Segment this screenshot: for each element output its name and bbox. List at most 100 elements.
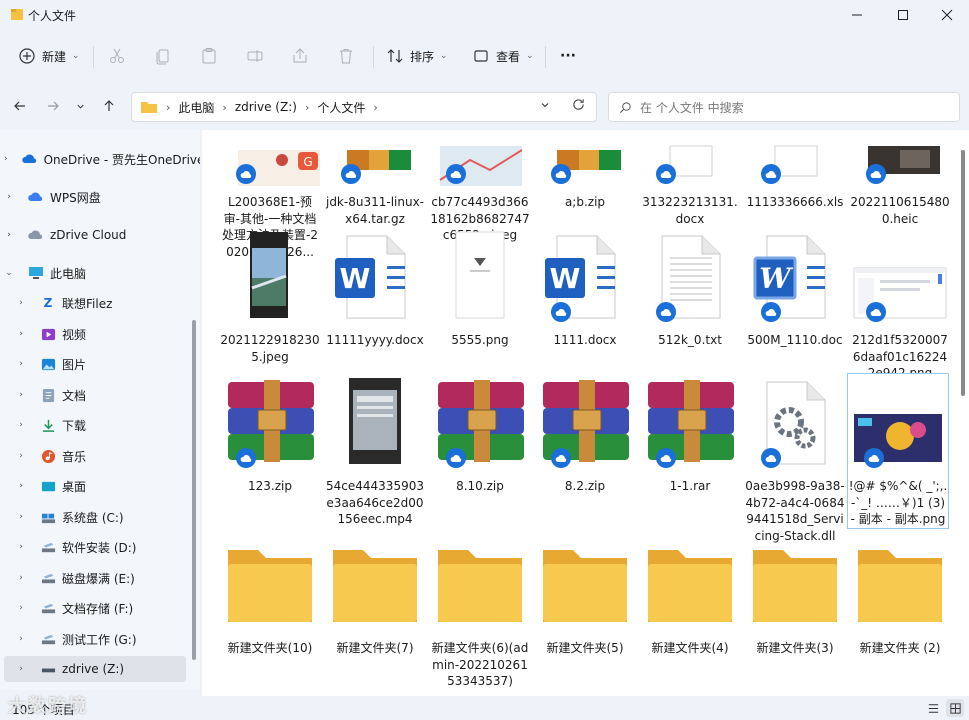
file-item[interactable]: a;b.zip [535,130,635,211]
search-box[interactable]: 在 个人文件 中搜索 [608,92,960,122]
collapse-chevron-icon[interactable]: ⌄ [4,268,14,278]
recent-locations-button[interactable] [70,94,90,118]
folder-item[interactable]: 新建文件夹(4) [640,536,740,657]
file-item[interactable]: W 1111.docx [535,228,635,349]
sidebar-item-onedrive[interactable]: › OneDrive - 贾先生OneDrive [4,146,200,172]
sidebar-item-zdrive-cloud[interactable]: › zDrive Cloud [4,222,192,248]
sidebar-item-filez[interactable]: › Z 联想Filez [16,290,200,316]
expand-chevron-icon[interactable]: › [16,451,26,461]
sidebar-item-drive-e[interactable]: › 磁盘爆满 (E:) [16,565,200,591]
rename-button[interactable] [246,42,264,70]
file-item[interactable]: 313223213131.docx [640,130,740,227]
file-item[interactable]: 54ce444335903e3aa646ce2d00156eec.mp4 [325,374,425,528]
folder-item[interactable]: 新建文件夹(7) [325,536,425,657]
file-item[interactable]: 5555.png [430,228,530,349]
breadcrumb-chevron-icon[interactable]: › [305,101,309,114]
file-item[interactable]: 512k_0.txt [640,228,740,349]
folder-item[interactable]: 新建文件夹(3) [745,536,845,657]
expand-chevron-icon[interactable]: › [16,542,26,552]
sidebar-item-this-pc[interactable]: ⌄ 此电脑 [4,260,192,286]
sidebar-item-drive-d[interactable]: › 软件安装 (D:) [16,534,200,560]
sidebar-item-documents[interactable]: › 文档 [16,382,200,408]
chevron-down-icon: ⌄ [72,51,80,61]
expand-chevron-icon[interactable]: › [4,154,8,164]
sidebar-item-drive-f[interactable]: › 文档存储 (F:) [16,595,200,621]
expand-chevron-icon[interactable]: › [16,329,26,339]
file-item[interactable]: 20211229182305.jpeg [220,228,320,365]
folder-item[interactable]: 新建文件夹(5) [535,536,635,657]
expand-chevron-icon[interactable]: › [16,420,26,430]
content-scrollbar[interactable] [961,150,965,396]
file-item[interactable]: 1113336666.xls [745,130,845,211]
more-options-button[interactable]: ··· [560,42,576,70]
expand-chevron-icon[interactable]: › [16,298,26,308]
file-item[interactable]: W 11111yyyy.docx [325,228,425,349]
folder-item[interactable]: 新建文件夹(6)(admin-20221026153343537) [430,536,530,690]
breadcrumb-this-pc[interactable]: 此电脑 [178,99,214,116]
copy-button[interactable] [154,42,172,70]
breadcrumb-chevron-icon[interactable]: › [222,101,226,114]
icons-view-button[interactable] [946,699,964,717]
address-history-dropdown[interactable] [540,99,550,113]
sidebar-item-drive-z[interactable]: › zdrive (Z:) [4,656,186,682]
breadcrumb-zdrive[interactable]: zdrive (Z:) [235,100,297,114]
refresh-button[interactable] [572,98,585,114]
folder-item[interactable]: 新建文件夹 (2) [850,536,950,657]
file-thumbnail [850,130,950,186]
expand-chevron-icon[interactable]: › [16,512,26,522]
file-item[interactable]: 212d1f53200076daaf01c162242e942.png [850,228,950,382]
address-bar[interactable]: › 此电脑 › zdrive (Z:) › 个人文件 › [131,92,597,122]
chevron-down-icon: ⌄ [440,51,448,61]
file-item[interactable]: jdk-8u311-linux-x64.tar.gz [325,130,425,227]
up-button[interactable] [96,94,122,118]
file-thumbnail [640,228,740,324]
back-button[interactable] [7,94,33,118]
file-thumbnail: W [325,228,425,324]
forward-button[interactable] [40,94,66,118]
file-item[interactable]: 8.10.zip [430,374,530,495]
sidebar-item-drive-c[interactable]: › 系统盘 (C:) [16,504,200,530]
breadcrumb-chevron-icon[interactable]: › [373,101,377,114]
sidebar-scrollbar[interactable] [192,320,196,660]
minimize-button[interactable] [834,0,880,30]
file-item[interactable]: cb77c4493d36618162b8682747c6552e.jpeg [430,130,530,244]
details-view-button[interactable] [924,699,942,717]
file-item-selected[interactable]: !@# $%^&( _';,.-`_! ……￥)1 (3) - 副本 - 副本.… [847,373,949,529]
expand-chevron-icon[interactable]: › [16,573,26,583]
delete-button[interactable] [337,42,355,70]
expand-chevron-icon[interactable]: › [16,664,26,674]
sidebar-item-pictures[interactable]: › 图片 [16,351,200,377]
folder-name: 新建文件夹(10) [227,641,313,655]
search-input[interactable]: 在 个人文件 中搜索 [640,99,744,116]
file-item[interactable]: W 500M_1110.doc [745,228,845,349]
view-button[interactable]: 查看 ⌄ [472,42,534,70]
folder-name: 新建文件夹 (2) [859,641,941,655]
sidebar-item-drive-g[interactable]: › 测试工作 (G:) [16,626,200,652]
folder-item[interactable]: 新建文件夹(10) [220,536,320,657]
new-button[interactable]: 新建 ⌄ [18,42,80,70]
sidebar-item-videos[interactable]: › 视频 [16,321,200,347]
expand-chevron-icon[interactable]: › [16,390,26,400]
cut-button[interactable] [108,42,126,70]
expand-chevron-icon[interactable]: › [4,230,14,240]
file-item[interactable]: 8.2.zip [535,374,635,495]
expand-chevron-icon[interactable]: › [16,634,26,644]
expand-chevron-icon[interactable]: › [16,359,26,369]
file-item[interactable]: 123.zip [220,374,320,495]
expand-chevron-icon[interactable]: › [16,603,26,613]
expand-chevron-icon[interactable]: › [16,481,26,491]
maximize-button[interactable] [880,0,926,30]
paste-button[interactable] [200,42,218,70]
breadcrumb-personal-files[interactable]: 个人文件 [317,99,365,116]
sidebar-item-downloads[interactable]: › 下载 [16,412,200,438]
close-button[interactable] [924,0,969,30]
share-button[interactable] [291,42,309,70]
sidebar-item-music[interactable]: › 音乐 [16,443,200,469]
file-item[interactable]: 1-1.rar [640,374,740,495]
file-item[interactable]: 20221106154800.heic [850,130,950,227]
file-item[interactable]: 0ae3b998-9a38-4b72-a4c4-06849441518d_Ser… [745,374,845,544]
sidebar-item-desktop[interactable]: › 桌面 [16,473,200,499]
sort-button[interactable]: 排序 ⌄ [386,42,448,70]
expand-chevron-icon[interactable]: › [4,192,14,202]
sidebar-item-wps[interactable]: › WPS网盘 [4,184,192,210]
